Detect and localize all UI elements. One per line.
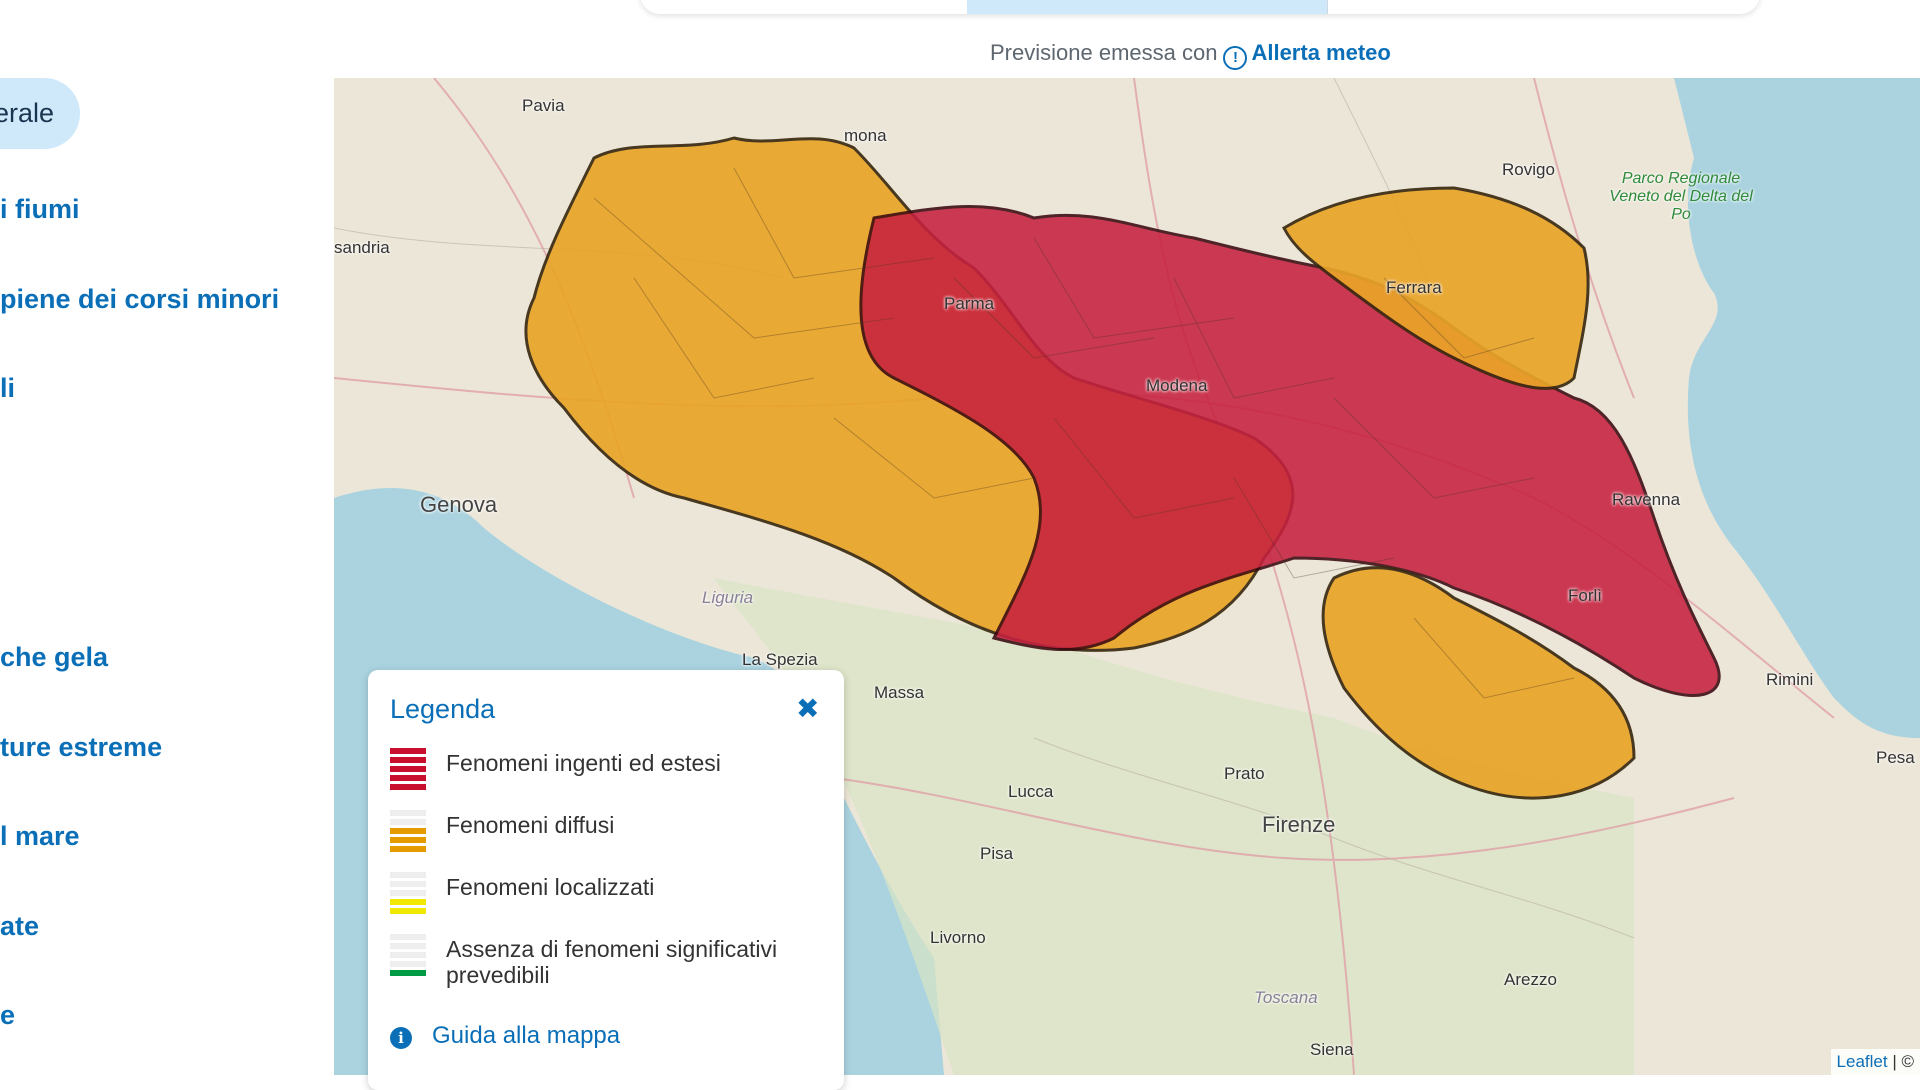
- legend-label-yellow: Fenomeni localizzati: [446, 874, 655, 900]
- sidebar-item-label: e: [0, 1000, 16, 1030]
- forecast-issued-prefix: Previsione emessa con: [990, 40, 1218, 65]
- map-label-toscana: Toscana: [1254, 988, 1318, 1007]
- map-label-park: Parco Regionale Veneto del Delta del Po: [1609, 170, 1753, 223]
- sidebar-item-label: erale: [0, 98, 55, 128]
- leaflet-link[interactable]: Leaflet: [1837, 1052, 1888, 1071]
- map-legend: Legenda ✖ Fenomeni ingenti ed estesi Fen…: [368, 670, 844, 1090]
- legend-title: Legenda: [390, 694, 496, 724]
- legend-swatch-green: [390, 934, 426, 980]
- map-label-massa: Massa: [874, 683, 925, 702]
- map-label-la-spezia: La Spezia: [742, 650, 818, 669]
- sidebar-item-label: li: [0, 373, 16, 403]
- sidebar-item-corsi-minori[interactable]: piene dei corsi minori: [0, 284, 279, 315]
- map-label-pisa: Pisa: [980, 844, 1014, 863]
- sidebar-item-label: i fiumi: [0, 194, 80, 224]
- attribution-separator: | ©: [1892, 1052, 1914, 1071]
- sidebar-item-label: piene dei corsi minori: [0, 284, 280, 314]
- map-label-prato: Prato: [1224, 764, 1265, 783]
- map-label-pavia: Pavia: [522, 96, 565, 115]
- map-label-arezzo: Arezzo: [1504, 970, 1557, 989]
- map-label-livorno: Livorno: [930, 928, 986, 947]
- map-label-alessandria: sandria: [334, 238, 390, 257]
- sidebar-item-li[interactable]: li: [0, 373, 15, 404]
- legend-label-green: Assenza di fenomeni significativi preved…: [446, 936, 778, 988]
- legend-swatch-red: [390, 748, 426, 794]
- forecast-issued-note: Previsione emessa con! Allerta meteo: [990, 40, 1391, 70]
- map-guide-link[interactable]: i Guida alla mappa: [390, 1022, 620, 1050]
- sidebar-item-label: ture estreme: [0, 732, 163, 762]
- legend-swatch-orange: [390, 810, 426, 856]
- map-label-forli: Forlì: [1568, 586, 1602, 605]
- tab-active-indicator[interactable]: [967, 0, 1327, 14]
- sidebar-menu: erale i fiumi piene dei corsi minori li …: [0, 0, 320, 1075]
- map-attribution: Leaflet | ©: [1830, 1049, 1920, 1075]
- legend-label-red: Fenomeni ingenti ed estesi: [446, 750, 721, 776]
- sidebar-item-temperature[interactable]: ture estreme: [0, 732, 162, 763]
- map-label-liguria: Liguria: [702, 588, 754, 607]
- map-label-ravenna: Ravenna: [1612, 490, 1681, 509]
- sidebar-item-label: l mare: [0, 821, 80, 851]
- map-label-cremona: mona: [844, 126, 887, 145]
- map-label-ferrara: Ferrara: [1386, 278, 1442, 297]
- sidebar-item-label: ate: [0, 911, 40, 941]
- sidebar-item-fiumi[interactable]: i fiumi: [0, 194, 80, 225]
- sidebar-item-gela[interactable]: che gela: [0, 642, 108, 673]
- tab-divider: [1327, 0, 1328, 14]
- tab-bar: [640, 0, 1760, 14]
- map-label-lucca: Lucca: [1008, 782, 1054, 801]
- alert-info-icon: !: [1223, 46, 1248, 70]
- map-label-modena: Modena: [1146, 376, 1208, 395]
- sidebar-item-e[interactable]: e: [0, 1000, 15, 1031]
- map-guide-label: Guida alla mappa: [432, 1022, 621, 1049]
- sidebar-item-ate[interactable]: ate: [0, 911, 39, 942]
- map-label-siena: Siena: [1310, 1040, 1354, 1059]
- info-icon: i: [390, 1027, 412, 1049]
- sidebar-item-generale[interactable]: erale: [0, 78, 81, 149]
- map-label-rimini: Rimini: [1766, 670, 1814, 689]
- sidebar-item-mare[interactable]: l mare: [0, 821, 80, 852]
- map-label-genova: Genova: [420, 492, 498, 517]
- sidebar-item-label: che gela: [0, 642, 109, 672]
- close-icon[interactable]: ✖: [796, 692, 819, 725]
- map-label-parma: Parma: [944, 294, 995, 313]
- map-label-rovigo: Rovigo: [1502, 160, 1555, 179]
- legend-label-orange: Fenomeni diffusi: [446, 812, 615, 838]
- legend-swatch-yellow: [390, 872, 426, 918]
- alert-meteo-link[interactable]: Allerta meteo: [1251, 40, 1390, 65]
- map-label-firenze: Firenze: [1262, 812, 1336, 837]
- map-label-pesaro: Pesa: [1876, 748, 1915, 767]
